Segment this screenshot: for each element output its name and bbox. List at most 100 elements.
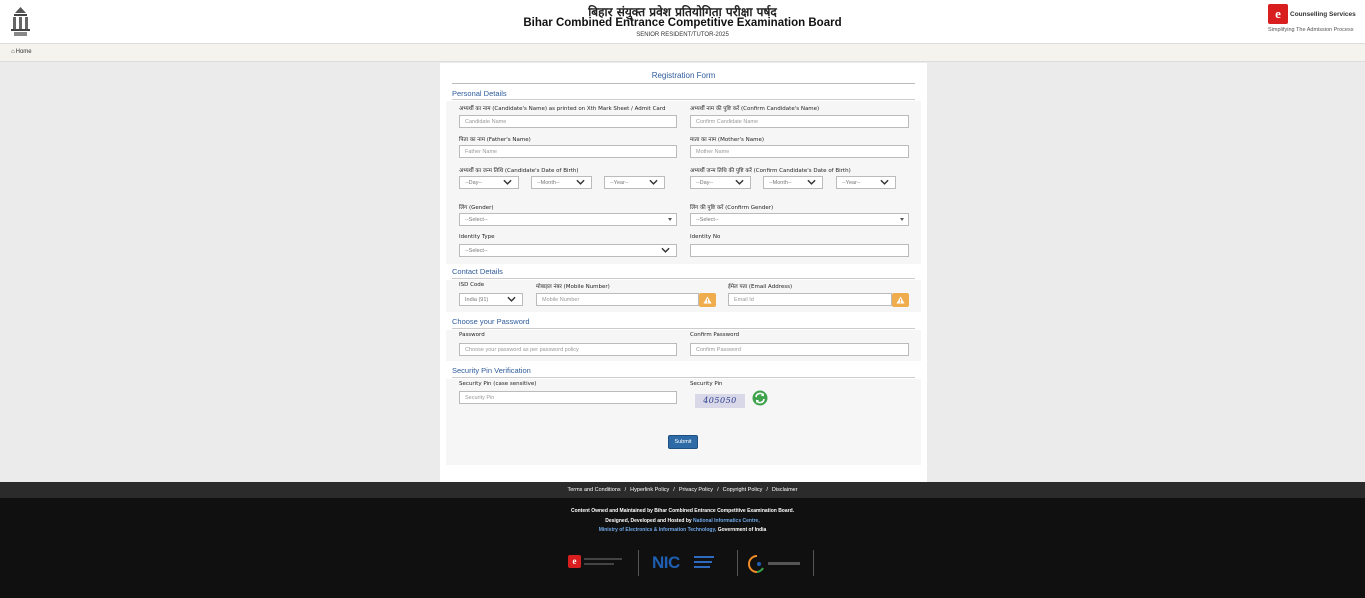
confirm-dob-day-value: --Day-- <box>696 180 714 186</box>
brand-name: Counselling Services <box>1290 11 1356 18</box>
divider <box>813 550 814 576</box>
nic-link[interactable]: National Informatics Centre, <box>693 518 760 524</box>
separator: / <box>766 487 768 493</box>
gender-label: लिंग (Gender) <box>459 205 494 211</box>
footer-developer: Designed, Developed and Hosted by Nation… <box>0 518 1365 524</box>
candidate-name-input[interactable]: Candidate Name <box>459 115 677 128</box>
chevron-down-icon <box>735 179 744 185</box>
divider <box>638 550 639 576</box>
dob-month-select[interactable]: --Month-- <box>531 176 592 189</box>
divider <box>452 328 915 329</box>
confirm-name-label: अभ्यर्थी नाम की पुष्टि करें (Confirm Can… <box>690 106 820 112</box>
dob-label: अभ्यर्थी का जन्म तिथि (Candidate's Date … <box>459 168 579 174</box>
isd-label: ISD Code <box>459 282 485 288</box>
logo-text-line <box>694 556 714 558</box>
site-header: बिहार संयुक्त प्रवेश प्रतियोगिता परीक्षा… <box>0 0 1365 44</box>
e-counselling-icon: e <box>1268 4 1288 24</box>
footer-developer-prefix: Designed, Developed and Hosted by <box>605 518 692 524</box>
logo-text-line <box>584 563 614 565</box>
email-label: ईमेल पता (Email Address) <box>728 284 793 290</box>
mother-name-label: माता का नाम (Mother's Name) <box>690 137 764 143</box>
email-warning-button[interactable] <box>892 293 909 307</box>
security-pin-input[interactable]: Security Pin <box>459 391 677 404</box>
refresh-captcha-icon[interactable] <box>752 390 768 406</box>
separator: / <box>624 487 627 493</box>
chevron-down-icon <box>507 296 516 302</box>
warning-icon <box>703 296 712 304</box>
dob-year-value: --Year-- <box>610 180 629 186</box>
footer-govt: Government of India <box>717 527 767 533</box>
footer-ecounselling-logo: e <box>568 552 624 578</box>
header-subtitle: SENIOR RESIDENT/TUTOR-2025 <box>636 32 729 38</box>
footer-link-terms[interactable]: Terms and Conditions <box>567 487 620 493</box>
isd-select[interactable]: India (91) <box>459 293 523 306</box>
chevron-down-icon <box>661 247 670 253</box>
chevron-down-icon <box>880 179 889 185</box>
digital-india-icon <box>748 555 764 573</box>
caret-down-icon <box>668 218 672 221</box>
footer-link-privacy[interactable]: Privacy Policy <box>679 487 713 493</box>
chevron-down-icon <box>503 179 512 185</box>
section-title-password: Choose your Password <box>452 317 530 326</box>
caret-down-icon <box>900 218 904 221</box>
divider <box>737 550 738 576</box>
mobile-warning-button[interactable] <box>699 293 716 307</box>
confirm-gender-value: --Select-- <box>696 217 719 223</box>
security-pin-label: Security Pin (case sensitive) <box>459 381 537 387</box>
confirm-password-label: Confirm Password <box>690 332 740 338</box>
dob-day-select[interactable]: --Day-- <box>459 176 519 189</box>
footer-content-owner: Content Owned and Maintained by Bihar Co… <box>570 508 795 514</box>
confirm-dob-day-select[interactable]: --Day-- <box>690 176 751 189</box>
footer-link-hyperlink[interactable]: Hyperlink Policy <box>630 487 669 493</box>
divider <box>452 99 915 100</box>
mother-name-input[interactable]: Mother Name <box>690 145 909 158</box>
identity-type-label: Identity Type <box>459 234 495 240</box>
father-name-label: पिता का नाम (Father's Name) <box>459 137 531 143</box>
home-link[interactable]: ⌂Home <box>11 49 32 55</box>
dob-day-value: --Day-- <box>465 180 483 186</box>
form-title: Registration Form <box>651 71 716 80</box>
captcha-label: Security Pin <box>690 381 723 387</box>
footer-links: Terms and Conditions / Hyperlink Policy / Pr… <box>0 482 1365 498</box>
logo-text-line <box>694 566 710 568</box>
dob-month-value: --Month-- <box>537 180 560 186</box>
confirm-dob-label: अभ्यर्थी जन्म तिथि की पुष्टि करें (Confi… <box>690 168 851 174</box>
confirm-dob-year-select[interactable]: --Year-- <box>836 176 896 189</box>
section-title-security: Security Pin Verification <box>452 366 531 375</box>
confirm-gender-select[interactable]: --Select-- <box>690 213 909 226</box>
logo-text-line <box>768 562 800 565</box>
registration-panel: Registration Form Personal Details अभ्यर… <box>440 63 927 482</box>
confirm-dob-month-value: --Month-- <box>769 180 792 186</box>
gender-select[interactable]: --Select-- <box>459 213 677 226</box>
identity-type-value: --Select-- <box>465 248 488 254</box>
meity-link[interactable]: Ministry of Electronics & Information Te… <box>599 527 717 533</box>
divider <box>452 278 915 279</box>
home-icon: ⌂ <box>11 49 15 55</box>
submit-button[interactable]: Submit <box>668 435 698 449</box>
footer-link-copyright[interactable]: Copyright Policy <box>723 487 763 493</box>
home-label: Home <box>15 49 32 55</box>
password-label: Password <box>459 332 485 338</box>
confirm-dob-month-select[interactable]: --Month-- <box>763 176 823 189</box>
breadcrumb: ⌂Home <box>0 44 1365 62</box>
email-input[interactable]: Email Id <box>728 293 892 306</box>
mobile-input[interactable]: Mobile Number <box>536 293 699 306</box>
identity-no-input[interactable] <box>690 244 909 257</box>
isd-value: India (91) <box>465 297 489 303</box>
divider <box>452 83 915 84</box>
password-input[interactable]: Choose your password as per password pol… <box>459 343 677 356</box>
e-counselling-icon: e <box>568 555 581 568</box>
footer-nic-logo: NIC <box>652 552 716 578</box>
gender-value: --Select-- <box>465 217 488 223</box>
confirm-name-input[interactable]: Confirm Candidate Name <box>690 115 909 128</box>
father-name-input[interactable]: Father Name <box>459 145 677 158</box>
section-title-personal: Personal Details <box>452 89 507 98</box>
dob-year-select[interactable]: --Year-- <box>604 176 665 189</box>
confirm-dob-year-value: --Year-- <box>842 180 861 186</box>
confirm-password-input[interactable]: Confirm Password <box>690 343 909 356</box>
footer-link-disclaimer[interactable]: Disclaimer <box>772 487 798 493</box>
section-title-contact: Contact Details <box>452 267 503 276</box>
separator: / <box>673 487 675 493</box>
identity-type-select[interactable]: --Select-- <box>459 244 677 257</box>
logo-text-line <box>694 561 712 563</box>
